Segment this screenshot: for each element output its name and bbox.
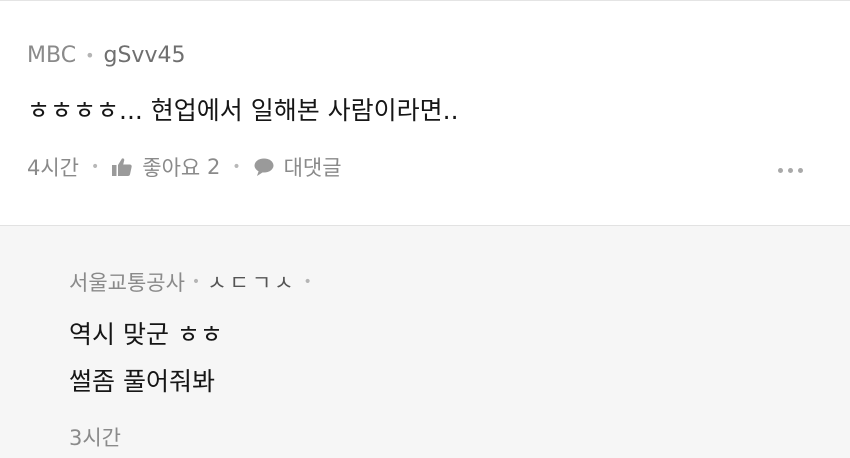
comment-actions: 4시간 • 좋아요 2 • 대댓글 bbox=[27, 152, 342, 182]
comment-author[interactable]: gSvv45 bbox=[104, 43, 186, 68]
like-button[interactable]: 좋아요 2 bbox=[111, 152, 220, 182]
action-separator: • bbox=[232, 159, 241, 175]
dot bbox=[788, 168, 793, 173]
reply-meta: 서울교통공사 • ㅅㄷㄱㅅ • bbox=[69, 267, 319, 297]
comment-time: 4시간 bbox=[27, 156, 80, 180]
comment-source: MBC bbox=[27, 43, 77, 68]
thumbs-up-icon bbox=[112, 158, 132, 176]
meta-separator: • bbox=[303, 274, 312, 290]
like-count: 2 bbox=[206, 155, 221, 179]
reply-comment: 서울교통공사 • ㅅㄷㄱㅅ • 역시 맞군 ㅎㅎ 썰좀 풀어줘봐 3시간 bbox=[0, 226, 850, 458]
speech-bubble-icon bbox=[254, 158, 274, 176]
more-dots-icon[interactable] bbox=[778, 168, 803, 173]
dot bbox=[778, 168, 783, 173]
comment-text: ㅎㅎㅎㅎ... 현업에서 일해본 사람이라면.. bbox=[27, 96, 459, 125]
meta-separator: • bbox=[191, 274, 201, 290]
comment-meta: MBC • gSvv45 bbox=[27, 43, 185, 68]
reply-text-line-2: 썰좀 풀어줘봐 bbox=[69, 367, 215, 396]
reply-author[interactable]: ㅅㄷㄱㅅ bbox=[207, 267, 296, 297]
reply-time: 3시간 bbox=[69, 426, 122, 450]
like-label: 좋아요 bbox=[142, 156, 201, 180]
reply-button[interactable]: 대댓글 bbox=[253, 152, 342, 182]
reply-text-line-1: 역시 맞군 ㅎㅎ bbox=[69, 320, 223, 349]
comment: MBC • gSvv45 ㅎㅎㅎㅎ... 현업에서 일해본 사람이라면.. 4시… bbox=[0, 1, 850, 225]
meta-separator: • bbox=[85, 46, 95, 65]
action-separator: • bbox=[91, 159, 100, 175]
reply-label: 대댓글 bbox=[283, 156, 342, 180]
dot bbox=[798, 168, 803, 173]
reply-source: 서울교통공사 bbox=[69, 271, 185, 295]
